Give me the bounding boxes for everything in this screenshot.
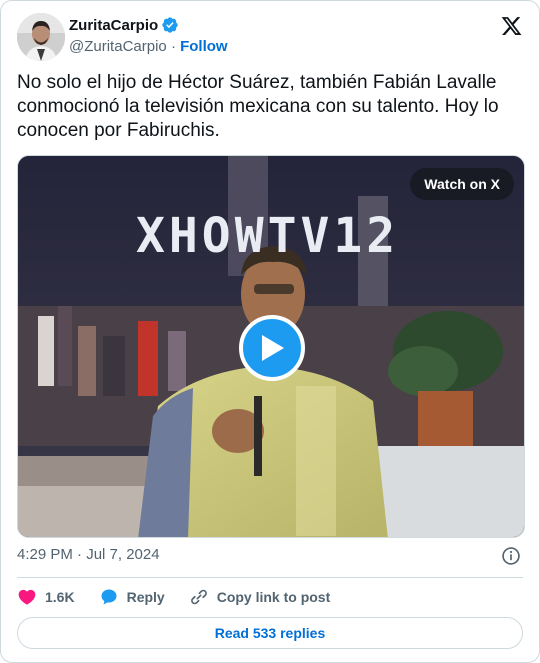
- reply-bubble-icon: [101, 589, 117, 605]
- like-button[interactable]: 1.6K: [17, 587, 75, 607]
- post-text: No solo el hijo de Héctor Suárez, tambié…: [17, 72, 499, 141]
- post-timestamp[interactable]: 4:29 PM · Jul 7, 2024: [17, 546, 160, 563]
- embedded-post-card: ZuritaCarpio @ZuritaCarpio · Follow No s…: [0, 0, 540, 663]
- link-icon: [190, 589, 207, 605]
- avatar-image: [17, 13, 65, 61]
- info-icon[interactable]: [501, 546, 521, 566]
- copy-link-button[interactable]: Copy link to post: [189, 587, 331, 607]
- author-handle[interactable]: @ZuritaCarpio: [69, 38, 167, 55]
- author-handle-row: @ZuritaCarpio · Follow: [69, 38, 228, 55]
- read-replies-button[interactable]: Read 533 replies: [17, 617, 523, 649]
- reply-label: Reply: [126, 589, 165, 605]
- like-count: 1.6K: [45, 589, 75, 605]
- divider: [17, 577, 523, 578]
- post-actions: 1.6K Reply Copy link to post: [17, 586, 354, 608]
- video-thumbnail[interactable]: XHOWTV12 Watch on X: [17, 155, 525, 538]
- avatar[interactable]: [17, 13, 65, 61]
- watch-on-x-button[interactable]: Watch on X: [410, 168, 514, 200]
- author-display-name[interactable]: ZuritaCarpio: [69, 17, 158, 34]
- copy-link-label: Copy link to post: [216, 589, 331, 605]
- video-overlay-text: XHOWTV12: [136, 208, 399, 264]
- x-logo-icon[interactable]: [500, 15, 523, 37]
- reply-button[interactable]: Reply: [99, 587, 165, 607]
- follow-button[interactable]: Follow: [180, 38, 228, 55]
- play-button[interactable]: [239, 315, 305, 381]
- play-icon: [262, 335, 284, 361]
- handle-separator: ·: [170, 38, 176, 55]
- heart-icon: [18, 589, 36, 605]
- author-name-row: ZuritaCarpio: [69, 16, 179, 34]
- verified-badge-icon: [162, 17, 178, 33]
